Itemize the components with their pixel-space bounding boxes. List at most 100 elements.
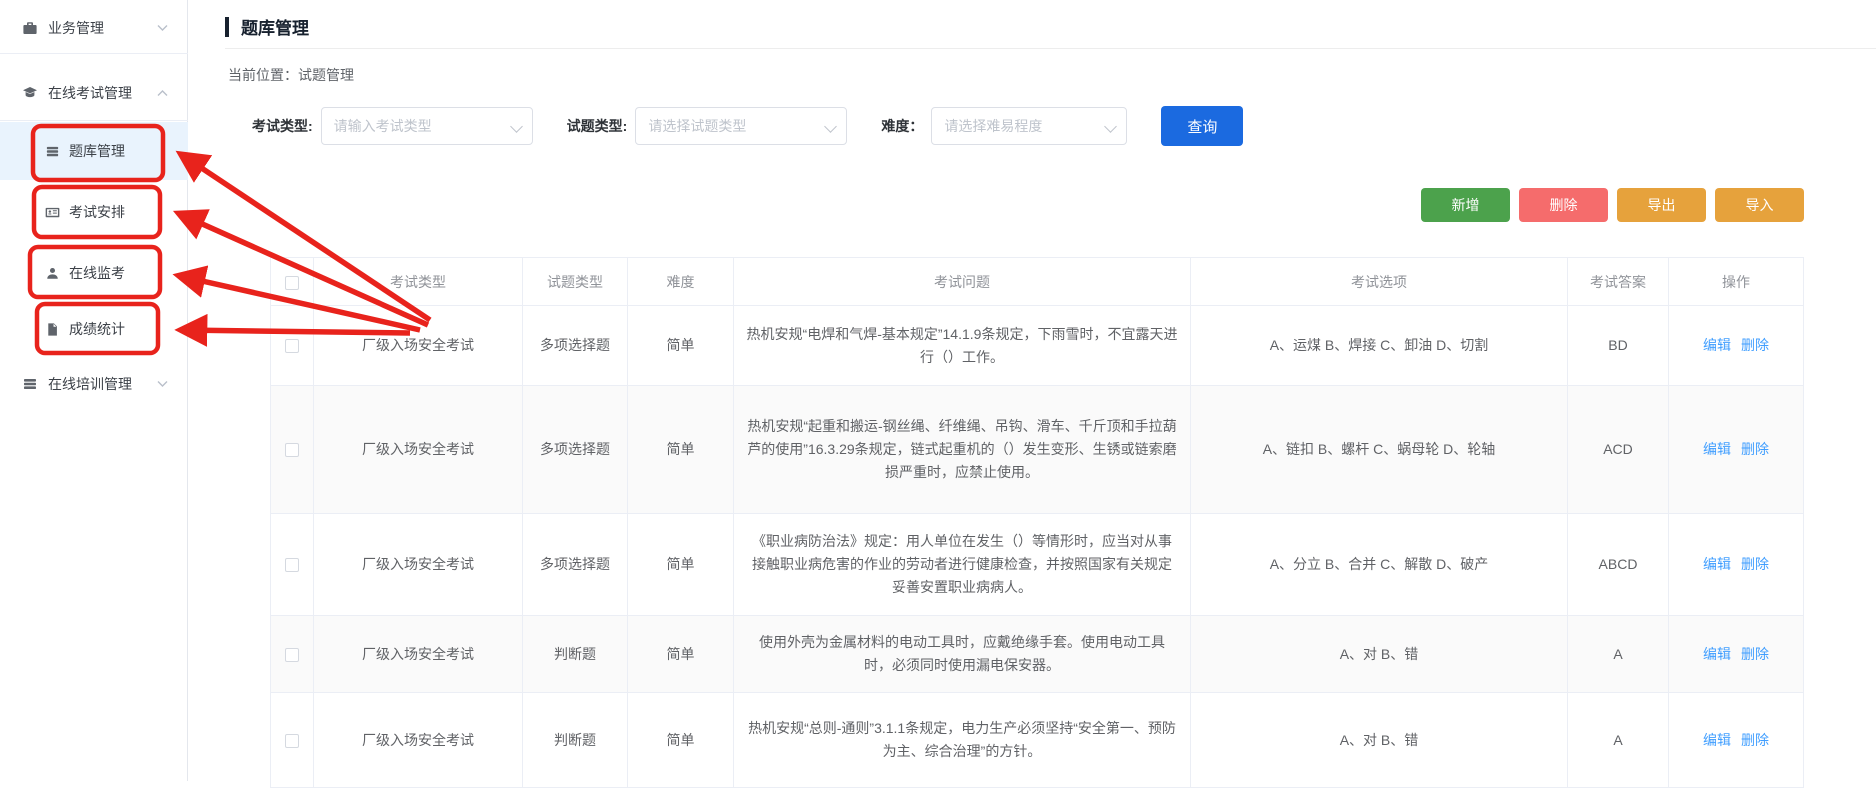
id-card-icon	[45, 205, 60, 220]
row-checkbox[interactable]	[285, 443, 299, 457]
question-table: 考试类型 试题类型 难度 考试问题 考试选项 考试答案 操作 厂级入场安全考试 …	[270, 257, 1804, 788]
import-button[interactable]: 导入	[1715, 188, 1804, 222]
cell-answer: A	[1568, 693, 1669, 788]
delete-link[interactable]: 删除	[1741, 337, 1769, 353]
export-button[interactable]: 导出	[1617, 188, 1706, 222]
cell-question: 热机安规“起重和搬运-钢丝绳、纤维绳、吊钩、滑车、千斤顶和手拉葫芦的使用”16.…	[734, 386, 1191, 514]
cell-answer: ABCD	[1568, 514, 1669, 616]
col-exam-type: 考试类型	[314, 258, 523, 306]
delete-button[interactable]: 删除	[1519, 188, 1608, 222]
sidebar-divider	[0, 53, 188, 54]
edit-link[interactable]: 编辑	[1703, 646, 1731, 662]
question-type-select-field[interactable]	[635, 107, 847, 145]
edit-link[interactable]: 编辑	[1703, 732, 1731, 748]
delete-link[interactable]: 删除	[1741, 732, 1769, 748]
exam-type-input[interactable]	[321, 107, 533, 145]
select-all-cell	[271, 258, 314, 306]
filter-bar: 考试类型: 试题类型: 难度： 查询	[252, 106, 1243, 146]
select-all-checkbox[interactable]	[285, 276, 299, 290]
cell-exam-type: 厂级入场安全考试	[314, 693, 523, 788]
col-options: 考试选项	[1191, 258, 1568, 306]
cell-difficulty: 简单	[628, 693, 734, 788]
graduation-cap-icon	[22, 85, 38, 101]
row-checkbox[interactable]	[285, 339, 299, 353]
difficulty-select-field[interactable]	[931, 107, 1127, 145]
cell-difficulty: 简单	[628, 306, 734, 386]
chevron-down-icon	[157, 24, 168, 32]
cell-difficulty: 简单	[628, 514, 734, 616]
delete-link[interactable]: 删除	[1741, 441, 1769, 457]
chevron-up-icon	[157, 89, 168, 97]
cell-answer: ACD	[1568, 386, 1669, 514]
sidebar-divider	[0, 120, 188, 121]
cell-options: A、分立 B、合并 C、解散 D、破产	[1191, 514, 1568, 616]
briefcase-icon	[22, 20, 38, 36]
title-accent-bar	[225, 17, 229, 37]
row-checkbox[interactable]	[285, 648, 299, 662]
row-checkbox[interactable]	[285, 558, 299, 572]
cell-options: A、运煤 B、焊接 C、卸油 D、切割	[1191, 306, 1568, 386]
cell-question-type: 多项选择题	[523, 306, 628, 386]
sidebar: 业务管理 在线考试管理 题库管理 考试安排 在线监考	[0, 0, 188, 781]
exam-type-label: 考试类型:	[252, 116, 313, 136]
col-difficulty: 难度	[628, 258, 734, 306]
row-checkbox[interactable]	[285, 734, 299, 748]
cell-options: A、对 B、错	[1191, 616, 1568, 693]
cell-question-type: 判断题	[523, 693, 628, 788]
difficulty-select[interactable]	[931, 107, 1127, 145]
delete-link[interactable]: 删除	[1741, 556, 1769, 572]
exam-type-input-field[interactable]	[321, 107, 533, 145]
sidebar-item-label: 在线监考	[69, 263, 125, 283]
query-button[interactable]: 查询	[1161, 106, 1243, 146]
col-question-type: 试题类型	[523, 258, 628, 306]
table-row: 厂级入场安全考试 多项选择题 简单 热机安规“电焊和气焊-基本规定”14.1.9…	[271, 306, 1804, 386]
table-row: 厂级入场安全考试 判断题 简单 热机安规“总则-通则”3.1.1条规定，电力生产…	[271, 693, 1804, 788]
difficulty-label: 难度：	[881, 116, 923, 136]
cell-exam-type: 厂级入场安全考试	[314, 514, 523, 616]
cell-answer: A	[1568, 616, 1669, 693]
edit-link[interactable]: 编辑	[1703, 337, 1731, 353]
user-icon	[45, 266, 60, 281]
table-row: 厂级入场安全考试 多项选择题 简单 热机安规“起重和搬运-钢丝绳、纤维绳、吊钩、…	[271, 386, 1804, 514]
sidebar-item-online-training-management[interactable]: 在线培训管理	[0, 368, 188, 400]
sidebar-item-label: 题库管理	[69, 141, 125, 161]
table-row: 厂级入场安全考试 多项选择题 简单 《职业病防治法》规定：用人单位在发生（）等情…	[271, 514, 1804, 616]
sidebar-item-business-management[interactable]: 业务管理	[0, 12, 188, 44]
list-bars-icon	[45, 144, 60, 159]
question-type-select[interactable]	[635, 107, 847, 145]
breadcrumb: 当前位置：试题管理	[228, 65, 354, 85]
sidebar-item-label: 成绩统计	[69, 319, 125, 339]
delete-link[interactable]: 删除	[1741, 646, 1769, 662]
table-header-row: 考试类型 试题类型 难度 考试问题 考试选项 考试答案 操作	[271, 258, 1804, 306]
cell-question-type: 多项选择题	[523, 514, 628, 616]
cell-exam-type: 厂级入场安全考试	[314, 616, 523, 693]
cell-difficulty: 简单	[628, 616, 734, 693]
sidebar-item-score-stats[interactable]: 成绩统计	[0, 313, 188, 345]
cell-options: A、链扣 B、螺杆 C、蜗母轮 D、轮轴	[1191, 386, 1568, 514]
cell-exam-type: 厂级入场安全考试	[314, 386, 523, 514]
sidebar-item-label: 考试安排	[69, 202, 125, 222]
col-answer: 考试答案	[1568, 258, 1669, 306]
cell-difficulty: 简单	[628, 386, 734, 514]
edit-link[interactable]: 编辑	[1703, 556, 1731, 572]
question-type-label: 试题类型:	[567, 116, 628, 136]
edit-link[interactable]: 编辑	[1703, 441, 1731, 457]
list-bars-icon	[22, 376, 38, 392]
page-title: 题库管理	[241, 14, 309, 39]
cell-question: 热机安规“电焊和气焊-基本规定”14.1.9条规定，下雨雪时，不宜露天进行（）工…	[734, 306, 1191, 386]
table-row: 厂级入场安全考试 判断题 简单 使用外壳为金属材料的电动工具时，应戴绝缘手套。使…	[271, 616, 1804, 693]
cell-question: 《职业病防治法》规定：用人单位在发生（）等情形时，应当对从事接触职业病危害的作业…	[734, 514, 1191, 616]
col-operation: 操作	[1669, 258, 1804, 306]
toolbar: 新增 删除 导出 导入	[1421, 188, 1804, 222]
sidebar-item-online-exam-management[interactable]: 在线考试管理	[0, 77, 188, 109]
cell-options: A、对 B、错	[1191, 693, 1568, 788]
sidebar-item-exam-schedule[interactable]: 考试安排	[0, 196, 188, 228]
sidebar-item-online-proctor[interactable]: 在线监考	[0, 257, 188, 289]
sidebar-item-label: 在线培训管理	[48, 374, 132, 394]
sidebar-item-question-bank[interactable]: 题库管理	[0, 135, 188, 167]
add-button[interactable]: 新增	[1421, 188, 1510, 222]
cell-question-type: 多项选择题	[523, 386, 628, 514]
col-question: 考试问题	[734, 258, 1191, 306]
cell-question-type: 判断题	[523, 616, 628, 693]
cell-question: 使用外壳为金属材料的电动工具时，应戴绝缘手套。使用电动工具时，必须同时使用漏电保…	[734, 616, 1191, 693]
